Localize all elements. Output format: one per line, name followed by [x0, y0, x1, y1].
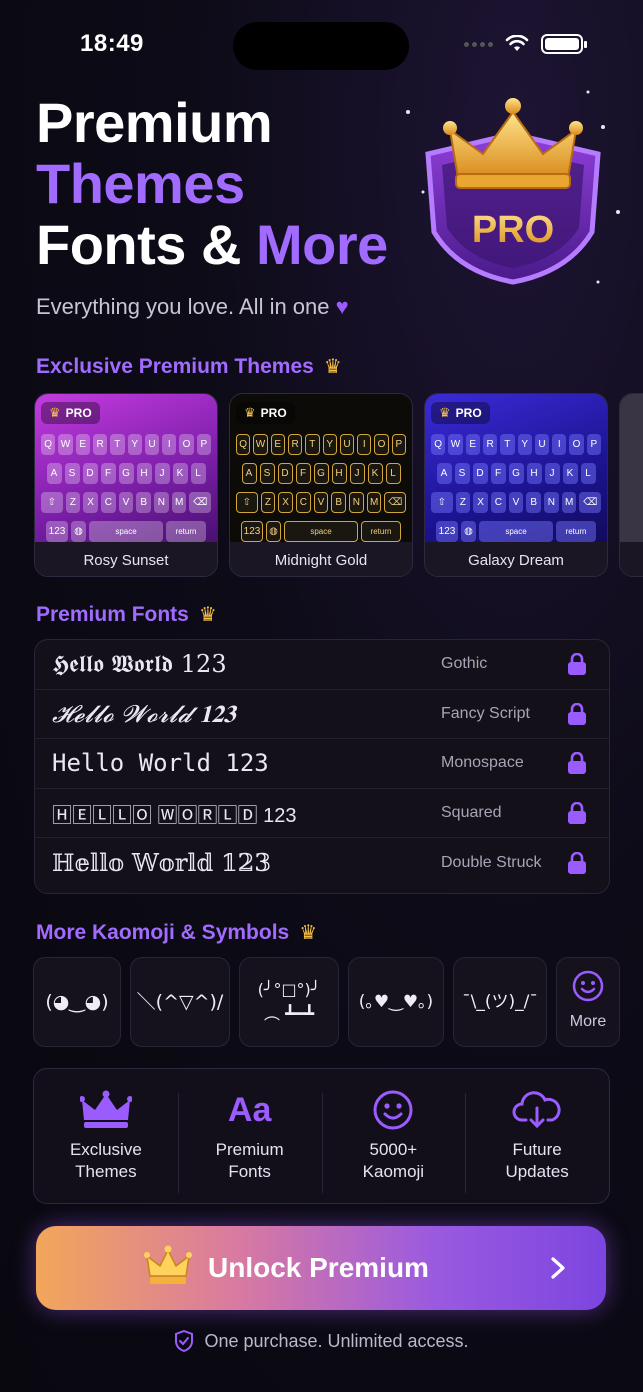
theme-name: Rosy Sunset [35, 542, 217, 576]
chevron-right-icon [551, 1257, 565, 1279]
hero-fonts-text: Fonts & [36, 213, 241, 276]
crown-icon [79, 1089, 132, 1131]
keyboard-preview: ♛ PRO QWERTYUIOP ASDFGHJKL ⇧ Z X C V B N M ⌫ 123 ◍… [35, 394, 217, 542]
unlock-premium-button[interactable]: Unlock Premium [36, 1226, 606, 1310]
font-row-gothic[interactable]: 𝕳𝖊𝖑𝖑𝖔 𝖂𝖔𝖗𝖑𝖉 123 Gothic [35, 640, 609, 690]
font-name: Monospace [441, 754, 524, 772]
lock-icon [568, 702, 586, 725]
themes-title-text: Exclusive Premium Themes [36, 354, 314, 378]
kaomoji-item[interactable]: ＼(^▽^)/ [130, 957, 230, 1047]
fonts-section-title: Premium Fonts ♛ [36, 602, 217, 627]
font-name: Double Struck [441, 854, 542, 872]
features-panel: Exclusive Themes Aa Premium Fonts 5000+ … [33, 1068, 610, 1204]
themes-section-title: Exclusive Premium Themes ♛ [36, 354, 342, 379]
fonts-title-text: Premium Fonts [36, 602, 189, 626]
tagline-text: Everything you love. All in one [36, 294, 330, 319]
keyboard-preview: ♛ PRO QWERTYUIOP ASDFGHJKL ⇧ Z X C V B N M ⌫ 123 ◍… [230, 394, 412, 542]
kaomoji-title-text: More Kaomoji & Symbols [36, 920, 290, 944]
feature-label: Future Updates [505, 1140, 569, 1181]
kaomoji-more-button[interactable]: More [556, 957, 620, 1047]
cloud-download-icon [512, 1089, 562, 1131]
theme-card-galaxy-dream[interactable]: ♛ PRO QWERTYUIOP ASDFGHJKL ⇧ Z X C V B N M ⌫ 123 ◍… [424, 393, 608, 577]
lock-icon [568, 653, 586, 676]
purple-heart-icon: ♥ [335, 294, 349, 319]
theme-card-rosy-sunset[interactable]: ♛ PRO QWERTYUIOP ASDFGHJKL ⇧ Z X C V B N M ⌫ 123 ◍… [34, 393, 218, 577]
feature-fonts: Aa Premium Fonts [177, 1089, 322, 1193]
pro-crown-badge: PRO [406, 90, 620, 285]
pro-badge-text: PRO [472, 209, 554, 251]
themes-carousel[interactable]: ♛ PRO QWERTYUIOP ASDFGHJKL ⇧ Z X C V B N M ⌫ 123 ◍… [34, 393, 643, 577]
crown-icon [144, 1245, 192, 1284]
kaomoji-section-title: More Kaomoji & Symbols ♛ [36, 920, 317, 945]
wifi-icon [505, 35, 529, 51]
feature-updates: Future Updates [465, 1089, 609, 1193]
feature-label: Premium Fonts [215, 1140, 284, 1181]
crown-icon: ♛ [198, 604, 217, 626]
tagline: Everything you love. All in one ♥ [36, 294, 349, 320]
font-row-double-struck[interactable]: ℍ𝕖𝕝𝕝𝕠 𝕎𝕠𝕣𝕝𝕕 𝟙𝟚𝟛 Double Struck [35, 838, 609, 888]
pro-tag: ♛ PRO [41, 402, 100, 424]
smiley-icon [372, 1089, 414, 1131]
hero-line-fonts-more: Fonts & More [36, 214, 388, 275]
more-label: More [569, 1013, 607, 1030]
hero-line-themes: Themes [36, 152, 245, 215]
font-row-fancy-script[interactable]: 𝓗𝓮𝓵𝓵𝓸 𝓦𝓸𝓻𝓵𝓭 𝟏𝟐𝟑 Fancy Script [35, 690, 609, 740]
dynamic-island [233, 22, 409, 70]
lock-icon [568, 752, 586, 775]
status-time: 18:49 [80, 30, 144, 57]
theme-name: Midnight Gold [230, 542, 412, 576]
hero-line-premium: Premium [36, 91, 273, 154]
font-name: Fancy Script [441, 704, 530, 722]
fonts-list: 𝕳𝖊𝖑𝖑𝖔 𝖂𝖔𝖗𝖑𝖉 123 Gothic 𝓗𝓮𝓵𝓵𝓸 𝓦𝓸𝓻𝓵𝓭 𝟏𝟐𝟑 F… [34, 639, 610, 894]
feature-kaomoji: 5000+ Kaomoji [321, 1089, 466, 1193]
smiley-icon [572, 970, 604, 1002]
feature-label: 5000+ Kaomoji [362, 1140, 425, 1181]
theme-card-partial[interactable] [619, 393, 643, 577]
footer-text: One purchase. Unlimited access. [204, 1330, 469, 1351]
font-name: Gothic [441, 655, 488, 673]
status-bar: 18:49 [0, 0, 643, 90]
footer-note: One purchase. Unlimited access. [0, 1330, 643, 1352]
battery-icon [541, 34, 587, 54]
kaomoji-row: (◕‿◕) ＼(^▽^)/ (╯°□°)╯ ︵ ┻━┻ (｡♥‿♥｡) ¯\_(… [33, 957, 620, 1047]
shield-check-icon [175, 1330, 194, 1352]
theme-name: Galaxy Dream [425, 542, 607, 576]
feature-themes: Exclusive Themes [34, 1089, 178, 1183]
font-row-monospace[interactable]: Hello World 123 Monospace [35, 739, 609, 789]
cellular-signal-icon [464, 41, 493, 47]
font-name: Squared [441, 804, 502, 822]
hero-more-text: More [255, 213, 388, 276]
font-row-squared[interactable]: 🄷🄴🄻🄻🄾 🅆🄾🅁🄻🄳 123 Squared [35, 789, 609, 839]
keyboard-preview: ♛ PRO QWERTYUIOP ASDFGHJKL ⇧ Z X C V B N M ⌫ 123 ◍… [425, 394, 607, 542]
kaomoji-item[interactable]: ¯\_(ツ)_/¯ [453, 957, 547, 1047]
font-sample: 🄷🄴🄻🄻🄾 🅆🄾🅁🄻🄳 123 [52, 804, 297, 827]
kaomoji-item[interactable]: (◕‿◕) [33, 957, 121, 1047]
crown-icon: ♛ [299, 922, 318, 944]
kaomoji-item[interactable]: (╯°□°)╯ ︵ ┻━┻ [239, 957, 339, 1047]
unlock-premium-label: Unlock Premium [208, 1252, 429, 1283]
kaomoji-item[interactable]: (｡♥‿♥｡) [348, 957, 444, 1047]
crown-icon: ♛ [323, 356, 342, 378]
feature-label: Exclusive Themes [69, 1140, 142, 1181]
pro-tag: ♛ PRO [431, 402, 490, 424]
hero-title: Premium Themes Fonts & More [36, 92, 388, 275]
status-icons [464, 34, 587, 54]
aa-icon: Aa [227, 1090, 272, 1129]
lock-icon [568, 802, 586, 825]
pro-tag: ♛ PRO [236, 402, 295, 424]
font-sample: 𝕳𝖊𝖑𝖑𝖔 𝖂𝖔𝖗𝖑𝖉 123 [52, 650, 227, 679]
theme-card-midnight-gold[interactable]: ♛ PRO QWERTYUIOP ASDFGHJKL ⇧ Z X C V B N M ⌫ 123 ◍… [229, 393, 413, 577]
lock-icon [568, 852, 586, 875]
